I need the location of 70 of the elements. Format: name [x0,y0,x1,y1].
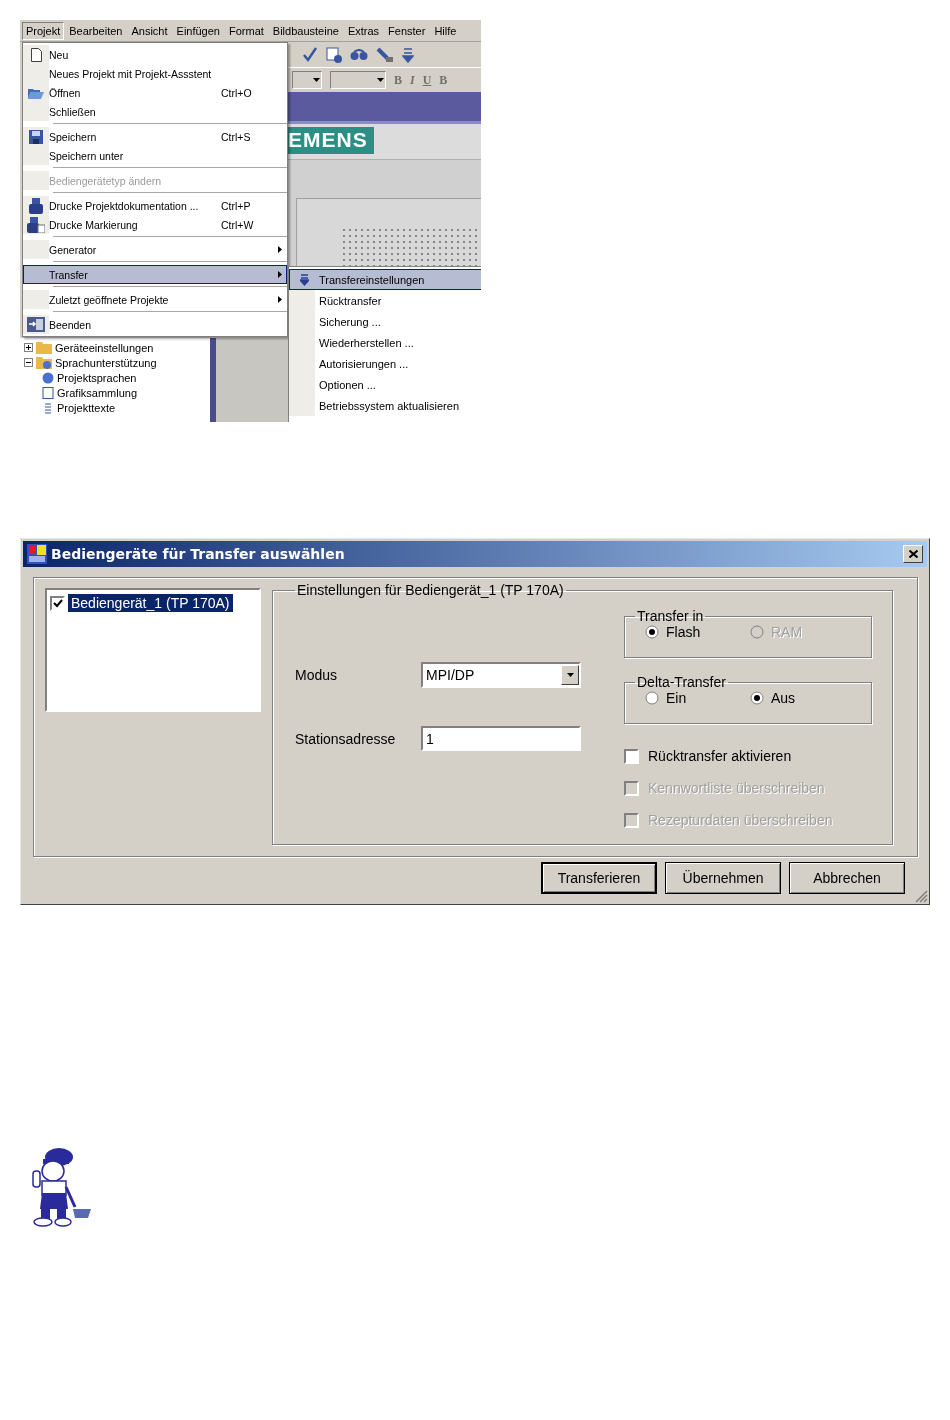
menu-bar-item[interactable]: Extras [343,21,384,40]
dialog-button[interactable]: Transferieren [541,862,657,894]
document-icon [30,47,42,62]
exit-icon [27,317,45,332]
window-title: Bediengeräte für Transfer auswählen [51,546,346,562]
caret-icon [377,78,384,82]
field-label: Stationsadresse [295,730,397,747]
menu-bar-item[interactable]: Bildbausteine [268,21,343,40]
menu-item[interactable]: Neues Projekt mit Projekt-Assstent [23,64,287,83]
radio-button[interactable]: Flash [645,624,701,640]
printer-icon [29,197,43,214]
tree-item[interactable]: Geräteeinstellungen [55,341,154,354]
folder-icon [36,356,52,369]
item-icon [42,401,54,414]
checkbox[interactable] [50,595,65,611]
dialog-button[interactable]: Abbrechen [789,862,905,894]
menu-bar-item[interactable]: Einfügen [172,21,224,40]
menu-bar-item[interactable]: Fenster [384,21,430,40]
group-title: Delta-Transfer [636,674,727,690]
tree-item[interactable]: Grafiksammlung [57,386,138,399]
tree-item[interactable]: Sprachunterstützung [55,356,157,369]
item-icon [42,386,54,399]
menu-item[interactable]: Schließen [23,102,287,121]
collapse-icon[interactable] [24,358,33,367]
caret-icon [313,78,320,82]
dialog-button[interactable]: Übernehmen [665,862,781,894]
menu-item[interactable]: Transfereinstellungen [289,269,481,290]
group-title: Einstellungen für Bediengerät_1 (TP 170A) [296,582,565,598]
menu-bar-item[interactable]: Bearbeiten [65,21,127,40]
menu-bar-item[interactable]: Ansicht [127,21,172,40]
download-arrow-icon [299,273,309,286]
menu-bar-item[interactable]: Projekt [22,21,65,40]
glasses-icon[interactable] [350,48,368,61]
dropdown[interactable] [292,71,322,89]
menu-item[interactable]: Beenden [23,315,287,334]
checkbox[interactable]: Rücktransfer aktivieren [624,740,872,772]
expand-icon[interactable] [24,343,33,352]
download-arrow-icon[interactable] [402,46,414,63]
field-label: Modus [295,667,339,683]
caret-icon [566,673,574,677]
mode-dropdown[interactable]: MPI/DP [421,662,581,688]
close-button[interactable] [903,545,923,563]
printer-page-icon [27,216,45,233]
folder-icon [28,86,44,99]
menu-bar-item[interactable]: Format [225,21,268,40]
menu-item[interactable]: Zuletzt geöffnete Projekte [23,290,287,309]
device-item[interactable]: Bediengerät_1 (TP 170A) [68,594,233,612]
radio-button[interactable]: Aus [750,690,796,706]
logo-text: EMENS [288,127,374,154]
menu-item[interactable]: Drucke Projektdokumentation ... Ctrl+P [23,196,287,215]
checkmark-icon[interactable] [302,46,318,63]
menu-item[interactable]: Neu [23,45,287,64]
tree-item[interactable]: Projekttexte [57,401,116,414]
menu-item[interactable]: Speichern Ctrl+S [23,127,287,146]
menu-item[interactable]: Öffnen Ctrl+O [23,83,287,102]
menu-item[interactable]: Transfer [23,265,287,284]
radio-button[interactable]: Ein [645,690,687,706]
menu-item[interactable]: Drucke Markierung Ctrl+W [23,215,287,234]
input-field[interactable]: 1 [421,726,581,751]
tree-item[interactable]: Projektsprachen [57,371,137,384]
menu-bar-item[interactable]: Hilfe [430,21,461,40]
folder-icon [36,341,52,354]
resize-grip-icon[interactable] [914,889,928,903]
menu-item[interactable]: Speichern unter [23,146,287,165]
item-icon [42,371,54,384]
group-title: Transfer in [636,608,705,624]
menu-item[interactable]: Generator [23,240,287,259]
app-icon [27,544,47,564]
screen-icon[interactable] [326,46,342,63]
close-icon [908,550,918,558]
